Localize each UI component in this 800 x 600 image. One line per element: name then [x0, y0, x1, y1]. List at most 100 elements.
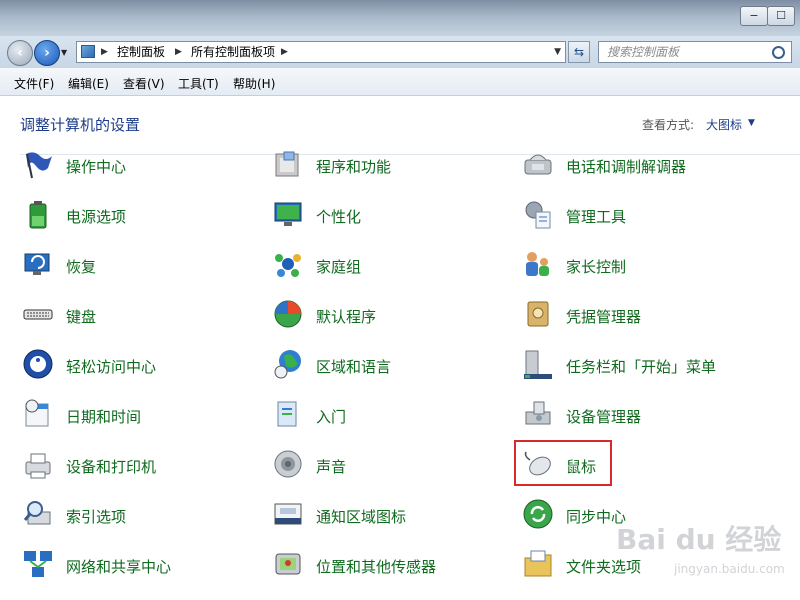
- item-label: 任务栏和「开始」菜单: [566, 358, 717, 376]
- minimize-button[interactable]: −: [740, 6, 768, 26]
- item-indexing-options[interactable]: 索引选项: [22, 498, 262, 538]
- item-label: 程序和功能: [316, 158, 392, 176]
- item-sound[interactable]: 声音: [272, 448, 512, 488]
- item-device-manager[interactable]: 设备管理器: [522, 398, 762, 438]
- globe-icon: [274, 350, 301, 379]
- item-label: 电源选项: [66, 208, 127, 226]
- item-power-options[interactable]: 电源选项: [22, 198, 262, 238]
- homegroup-icon: [275, 254, 301, 277]
- menu-tools[interactable]: 工具(T): [178, 75, 219, 92]
- programs-icon: [275, 151, 299, 177]
- credential-manager-icon: [527, 301, 549, 327]
- view-by-chevron-down-icon[interactable]: ▼: [748, 118, 755, 128]
- parental-controls-icon: [526, 252, 549, 276]
- menu-edit[interactable]: 编辑(E): [68, 75, 109, 92]
- item-ease-of-access[interactable]: 轻松访问中心: [22, 348, 262, 388]
- item-devices-printers[interactable]: 设备和打印机: [22, 448, 262, 488]
- breadcrumb-control-panel[interactable]: 控制面板: [117, 42, 165, 62]
- item-credential-manager[interactable]: 凭据管理器: [522, 298, 762, 338]
- item-keyboard[interactable]: 键盘: [22, 298, 262, 338]
- item-label: 日期和时间: [66, 408, 142, 426]
- item-label: 家庭组: [316, 258, 362, 276]
- search-icon[interactable]: [772, 46, 785, 59]
- admin-tools-icon: [525, 201, 551, 229]
- item-label: 管理工具: [566, 208, 627, 226]
- item-recovery[interactable]: 恢复: [22, 248, 262, 288]
- item-getting-started[interactable]: 入门: [272, 398, 512, 438]
- refresh-button[interactable]: ⇆: [568, 41, 590, 63]
- calendar-clock-icon: [25, 399, 49, 427]
- item-admin-tools[interactable]: 管理工具: [522, 198, 762, 238]
- item-label: 电话和调制解调器: [566, 158, 687, 176]
- flag-icon: [26, 152, 52, 179]
- search-placeholder: 搜索控制面板: [607, 45, 680, 59]
- device-manager-icon: [525, 401, 551, 425]
- notification-area-icon: [274, 503, 302, 525]
- item-label: 声音: [316, 458, 347, 476]
- item-label: 同步中心: [566, 508, 627, 526]
- location-sensor-icon: [275, 553, 301, 575]
- address-bar[interactable]: ▶ 控制面板 ▶ 所有控制面板项 ▶ ▼: [76, 41, 566, 63]
- item-label: 设备管理器: [566, 408, 642, 426]
- item-label: 键盘: [66, 308, 97, 326]
- item-programs-features[interactable]: 程序和功能: [272, 148, 512, 188]
- item-label: 通知区域图标: [316, 508, 407, 526]
- item-notification-area-icons[interactable]: 通知区域图标: [272, 498, 512, 538]
- view-by-dropdown[interactable]: 大图标: [706, 116, 742, 133]
- item-label: 操作中心: [66, 158, 127, 176]
- page-title: 调整计算机的设置: [20, 116, 141, 134]
- recent-pages-chevron-down-icon[interactable]: ▼: [61, 48, 67, 57]
- item-label: 家长控制: [566, 258, 627, 276]
- item-location-sensors[interactable]: 位置和其他传感器: [272, 548, 512, 588]
- item-label: 轻松访问中心: [66, 358, 157, 376]
- personalize-icon: [274, 202, 302, 226]
- item-label: 个性化: [316, 208, 362, 226]
- item-date-time[interactable]: 日期和时间: [22, 398, 262, 438]
- item-network-sharing-center[interactable]: 网络和共享中心: [22, 548, 262, 588]
- item-folder-options[interactable]: 文件夹选项: [522, 548, 762, 588]
- search-input[interactable]: 搜索控制面板: [598, 41, 792, 63]
- window-title-bar: − ☐: [0, 0, 800, 36]
- item-label: 文件夹选项: [566, 558, 642, 576]
- item-label: 凭据管理器: [566, 308, 642, 326]
- navigation-bar: ‹ › ▼ ▶ 控制面板 ▶ 所有控制面板项 ▶ ▼ ⇆ 搜索控制面板: [0, 36, 800, 68]
- item-region-language[interactable]: 区域和语言: [272, 348, 512, 388]
- sync-icon: [523, 499, 553, 529]
- menu-bar: 文件(F) 编辑(E) 查看(V) 工具(T) 帮助(H): [0, 68, 800, 96]
- item-sync-center[interactable]: 同步中心: [522, 498, 762, 538]
- menu-view[interactable]: 查看(V): [123, 75, 165, 92]
- ease-of-access-icon: [23, 349, 53, 379]
- item-label: 网络和共享中心: [66, 558, 172, 576]
- item-label: 区域和语言: [316, 358, 392, 376]
- keyboard-icon: [23, 309, 53, 320]
- taskbar-icon: [524, 350, 552, 379]
- default-programs-icon: [274, 300, 302, 328]
- control-panel-icon: [81, 45, 95, 58]
- getting-started-icon: [277, 401, 297, 427]
- address-dropdown-chevron-down-icon[interactable]: ▼: [554, 42, 561, 62]
- menu-file[interactable]: 文件(F): [14, 75, 54, 92]
- breadcrumb-separator-icon[interactable]: ▶: [281, 42, 288, 62]
- item-label: 入门: [316, 408, 347, 426]
- item-personalization[interactable]: 个性化: [272, 198, 512, 238]
- menu-help[interactable]: 帮助(H): [233, 75, 275, 92]
- forward-button[interactable]: ›: [34, 40, 60, 66]
- recovery-icon: [24, 253, 50, 275]
- item-homegroup[interactable]: 家庭组: [272, 248, 512, 288]
- maximize-button[interactable]: ☐: [767, 6, 795, 26]
- breadcrumb-separator-icon[interactable]: ▶: [101, 42, 108, 62]
- item-label: 默认程序: [316, 308, 377, 326]
- breadcrumb-separator-icon[interactable]: ▶: [175, 42, 182, 62]
- battery-icon: [29, 201, 47, 229]
- breadcrumb-all-items[interactable]: 所有控制面板项: [191, 42, 275, 62]
- item-taskbar-start-menu[interactable]: 任务栏和「开始」菜单: [522, 348, 762, 388]
- speaker-icon: [274, 450, 302, 478]
- item-action-center[interactable]: 操作中心: [22, 148, 262, 188]
- item-label: 恢复: [66, 258, 97, 276]
- item-default-programs[interactable]: 默认程序: [272, 298, 512, 338]
- search-index-icon: [23, 501, 51, 525]
- mouse-item-highlight: [514, 440, 612, 486]
- item-parental-controls[interactable]: 家长控制: [522, 248, 762, 288]
- back-button[interactable]: ‹: [7, 40, 33, 66]
- item-phone-modem[interactable]: 电话和调制解调器: [522, 148, 762, 188]
